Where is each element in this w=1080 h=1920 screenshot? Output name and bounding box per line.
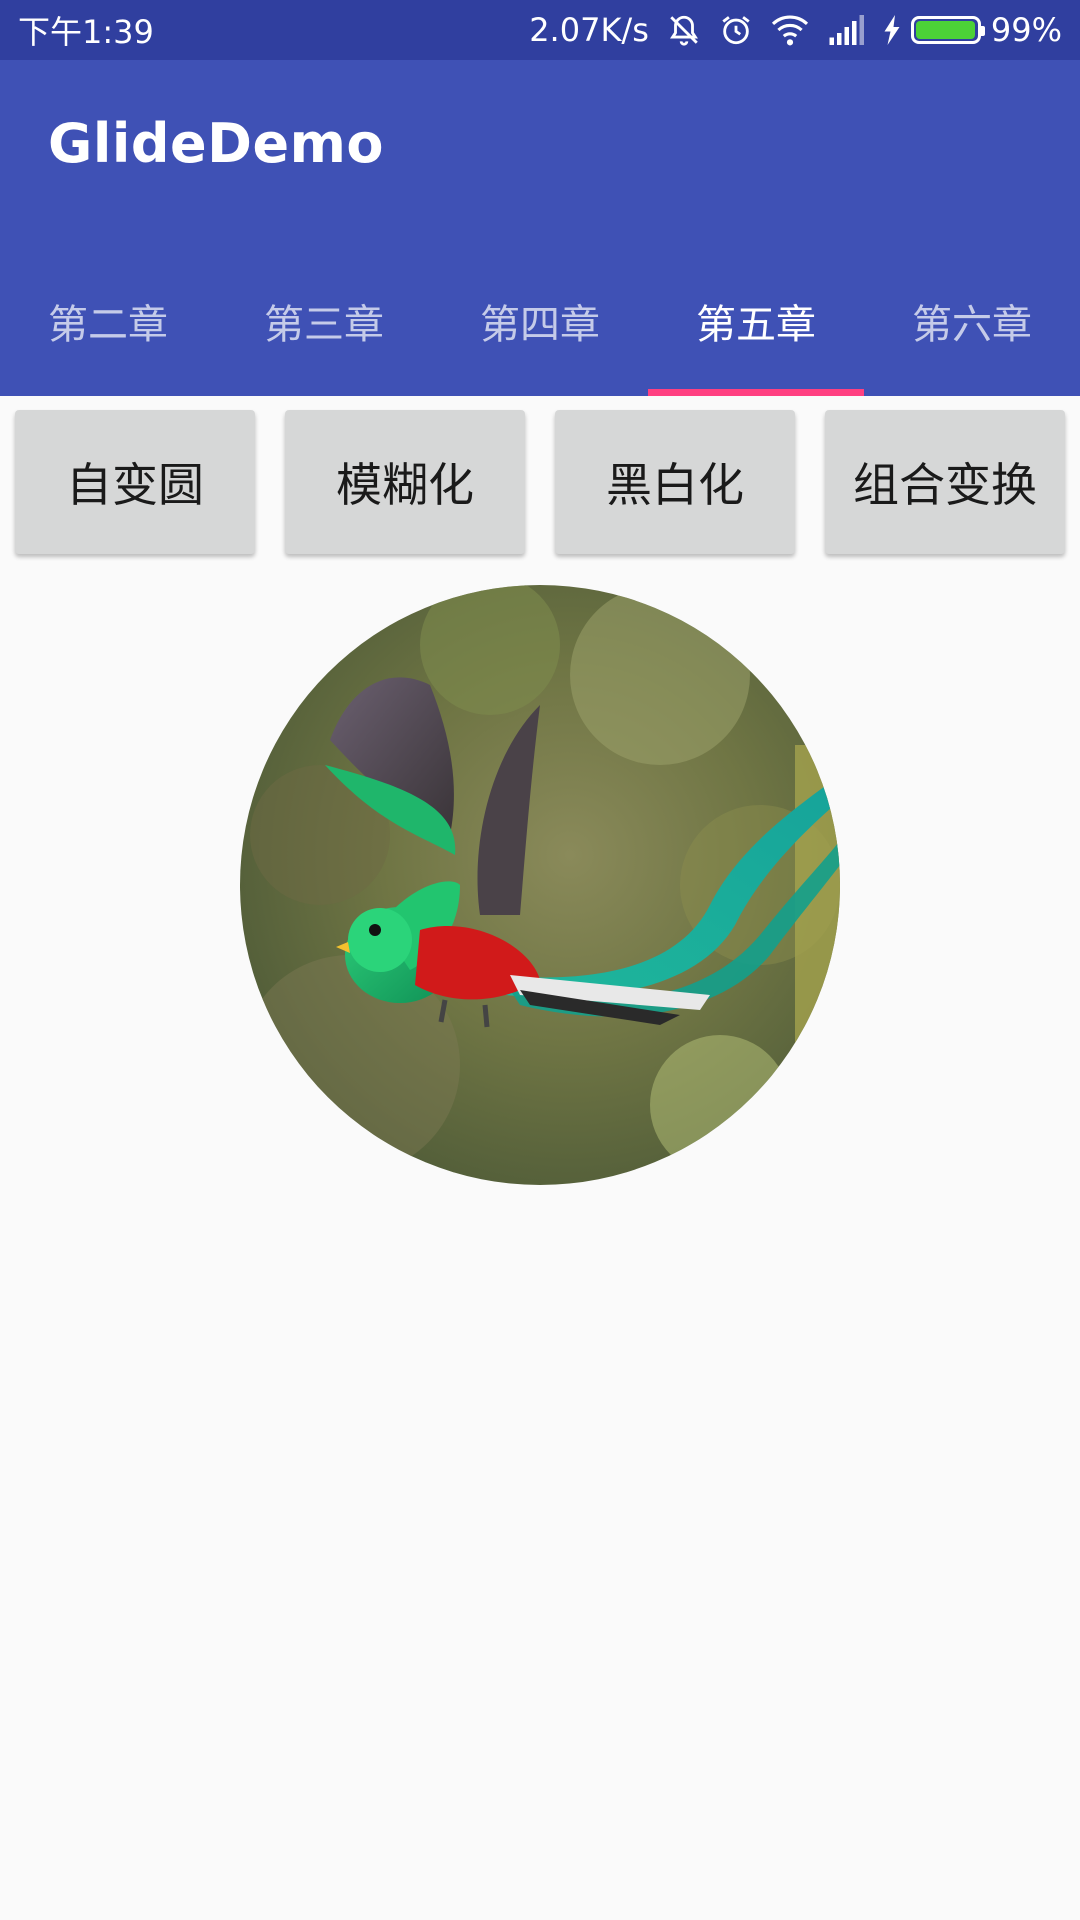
status-icons: 2.07K/s 99% xyxy=(529,11,1062,49)
circle-bird-image xyxy=(240,585,840,1185)
combined-transform-button[interactable]: 组合变换 xyxy=(825,410,1065,554)
battery-icon xyxy=(910,16,985,44)
chapter-tabs: 第二章 第三章 第四章 第五章 第六章 xyxy=(0,246,1080,396)
tab-chapter-4[interactable]: 第四章 xyxy=(432,246,648,396)
circle-crop-button[interactable]: 自变圆 xyxy=(15,410,255,554)
wifi-icon xyxy=(771,13,809,47)
alarm-icon xyxy=(719,13,753,47)
status-bar: 下午1:39 2.07K/s 99% xyxy=(0,0,1080,60)
blur-button[interactable]: 模糊化 xyxy=(285,410,525,554)
app-title: GlideDemo xyxy=(48,112,384,175)
battery-status: 99% xyxy=(883,11,1062,49)
transform-button-row: 自变圆 模糊化 黑白化 组合变换 xyxy=(0,410,1080,560)
app-bar: GlideDemo 第二章 第三章 第四章 第五章 第六章 xyxy=(0,60,1080,396)
tab-chapter-6[interactable]: 第六章 xyxy=(864,246,1080,396)
quetzal-bird-photo xyxy=(240,585,840,1185)
tab-chapter-3[interactable]: 第三章 xyxy=(216,246,432,396)
tab-chapter-2[interactable]: 第二章 xyxy=(0,246,216,396)
battery-percent: 99% xyxy=(990,11,1062,49)
network-speed: 2.07K/s xyxy=(529,11,649,49)
charging-icon xyxy=(883,15,901,45)
mute-icon xyxy=(667,13,701,47)
tab-chapter-5[interactable]: 第五章 xyxy=(648,246,864,396)
status-time: 下午1:39 xyxy=(18,13,154,51)
signal-icon xyxy=(827,15,865,45)
tab-indicator xyxy=(648,389,864,396)
grayscale-button[interactable]: 黑白化 xyxy=(555,410,795,554)
